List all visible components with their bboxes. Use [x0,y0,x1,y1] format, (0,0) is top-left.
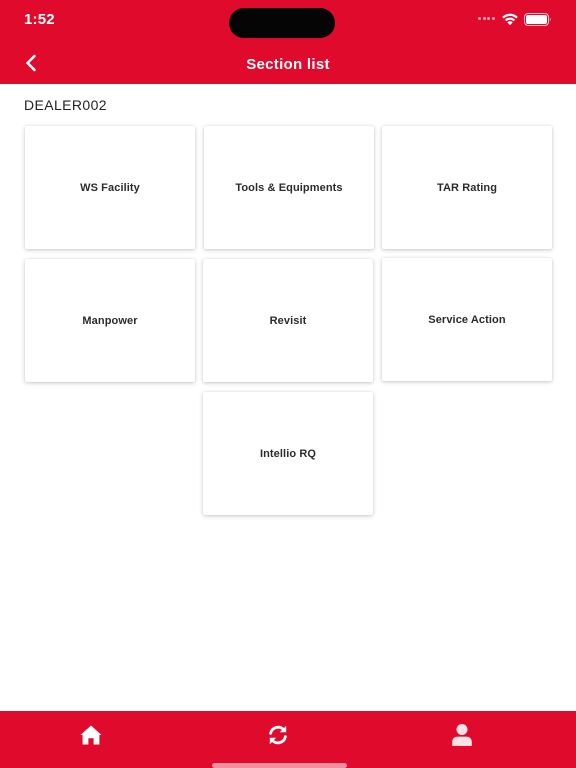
section-card-label: Manpower [82,314,138,327]
section-card-label: Revisit [269,314,307,327]
section-card-label: TAR Rating [436,181,498,194]
cellular-dots-icon [478,17,496,23]
battery-icon [524,13,551,26]
section-card-label: WS Facility [80,181,140,194]
section-card-intellio-rq[interactable]: Intellio RQ [203,392,373,515]
section-card-tools-equipments[interactable]: Tools & Equipments [204,126,374,249]
section-card-revisit[interactable]: Revisit [203,259,373,382]
status-time: 1:52 [24,11,55,28]
home-indicator [212,763,347,768]
home-tab-button[interactable] [71,717,111,753]
bottom-nav-bar [0,711,576,768]
section-card-tar-rating[interactable]: TAR Rating [382,126,552,249]
profile-tab-button[interactable] [442,717,482,753]
dealer-code: DEALER002 [24,97,107,113]
section-card-label: Service Action [428,313,506,326]
profile-icon [452,724,472,746]
sync-icon [269,725,287,745]
section-card-label: Tools & Equipments [235,181,343,194]
section-card-ws-facility[interactable]: WS Facility [25,126,195,249]
section-card-manpower[interactable]: Manpower [25,259,195,382]
dynamic-island [229,8,335,38]
section-card-service-action[interactable]: Service Action [382,258,552,381]
section-card-label: Intellio RQ [259,447,317,460]
app-header: 1:52 Section list [0,0,576,84]
wifi-icon [502,13,518,26]
sync-tab-button[interactable] [258,717,298,753]
page-title: Section list [246,56,330,73]
home-icon [80,725,102,745]
